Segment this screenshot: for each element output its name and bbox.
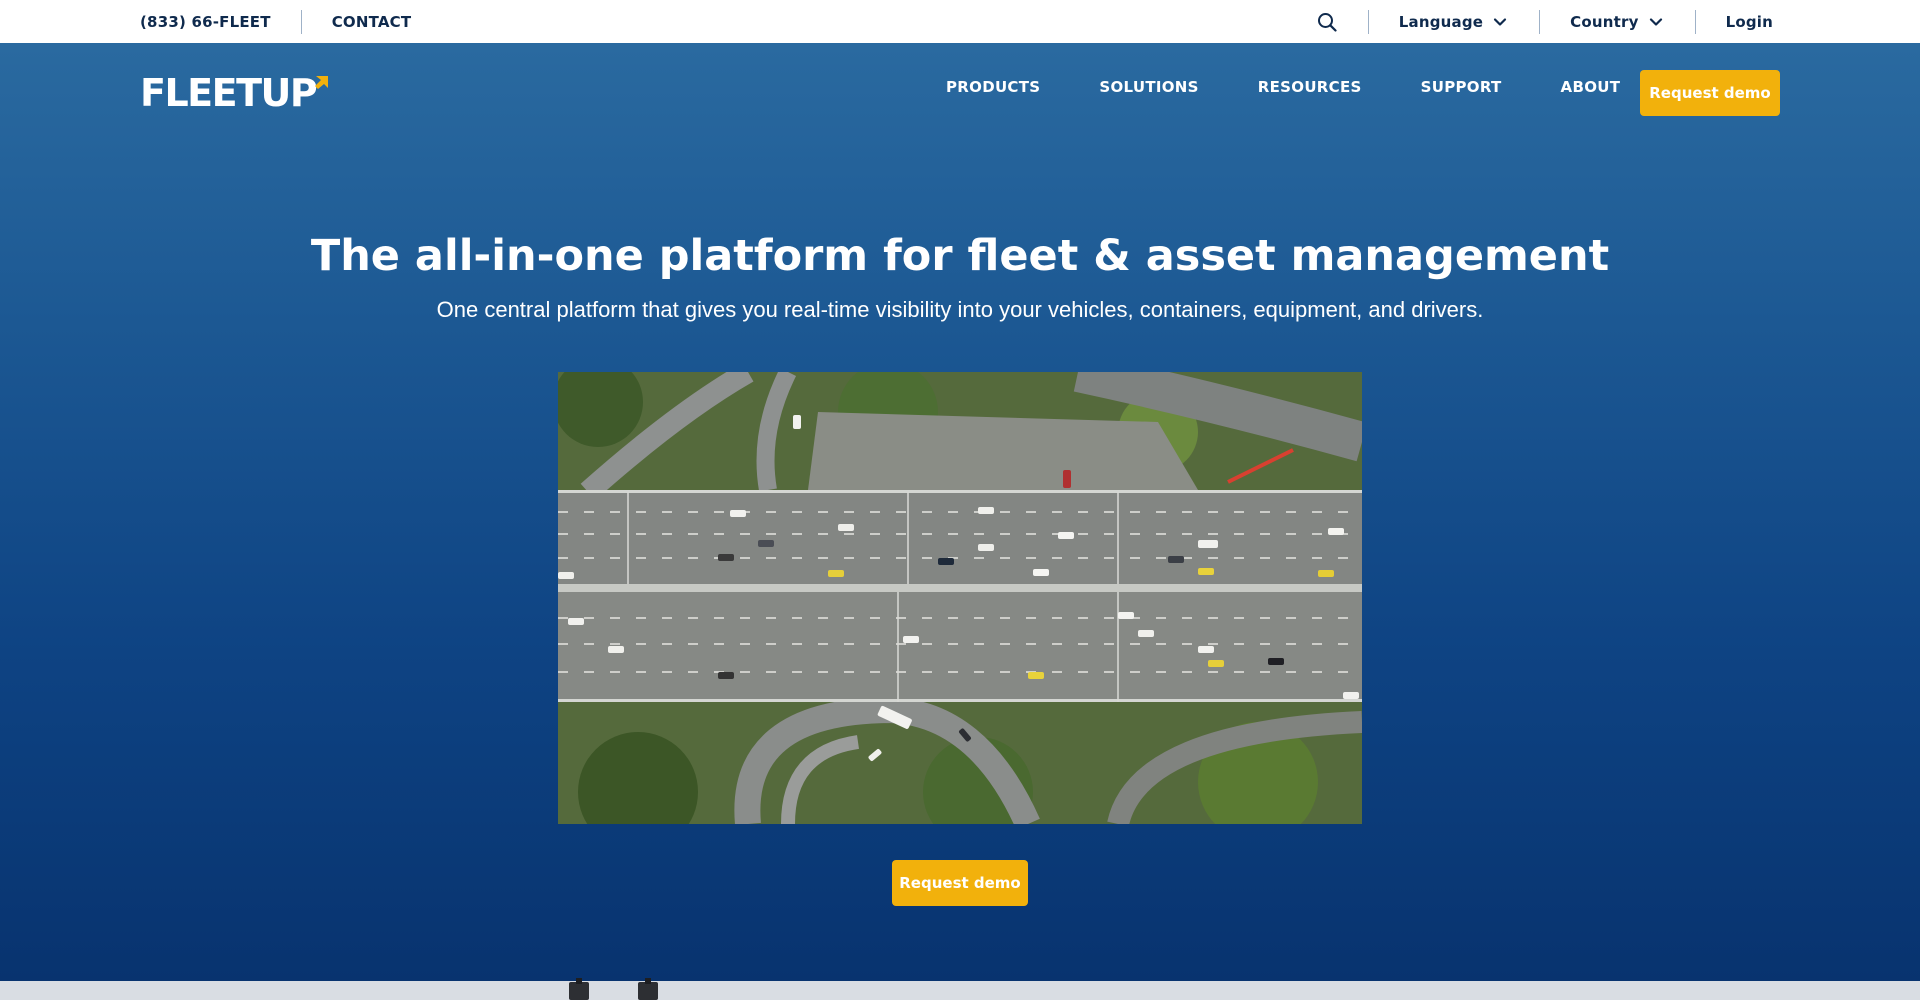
- language-dropdown[interactable]: Language: [1399, 13, 1509, 31]
- country-dropdown[interactable]: Country: [1570, 13, 1664, 31]
- search-icon[interactable]: [1316, 11, 1338, 33]
- login-link[interactable]: Login: [1726, 13, 1773, 31]
- main-nav: PRODUCTS SOLUTIONS RESOURCES SUPPORT ABO…: [946, 78, 1620, 96]
- tracker-device-image: [638, 978, 658, 1000]
- next-section-strip: [0, 981, 1920, 1000]
- nav-support[interactable]: SUPPORT: [1421, 78, 1502, 96]
- divider: [1539, 9, 1541, 34]
- country-label: Country: [1570, 12, 1639, 31]
- language-label: Language: [1398, 12, 1484, 31]
- hero-headline: The all-in-one platform for fleet & asse…: [310, 231, 1610, 281]
- contact-link[interactable]: CONTACT: [332, 13, 412, 31]
- utility-bar-right: Language Country Login: [1316, 0, 1773, 43]
- nav-products[interactable]: PRODUCTS: [946, 78, 1040, 96]
- divider: [300, 9, 302, 34]
- tracker-device-image: [569, 978, 589, 1000]
- fleetup-logo[interactable]: FLEETUP: [140, 70, 330, 115]
- nav-solutions[interactable]: SOLUTIONS: [1099, 78, 1198, 96]
- hero-request-demo-button[interactable]: Request demo: [892, 860, 1028, 906]
- hero-highway-image: [558, 372, 1362, 824]
- hero-subheadline: One central platform that gives you real…: [436, 297, 1484, 322]
- nav-resources[interactable]: RESOURCES: [1258, 78, 1362, 96]
- phone-link[interactable]: (833) 66-FLEET: [140, 13, 271, 31]
- chevron-down-icon: [1649, 17, 1662, 26]
- request-demo-button[interactable]: Request demo: [1640, 70, 1780, 116]
- utility-bar-left: (833) 66-FLEET CONTACT: [140, 0, 411, 43]
- chevron-down-icon: [1494, 17, 1507, 26]
- utility-bar: (833) 66-FLEET CONTACT Language Country …: [0, 0, 1920, 43]
- nav-about[interactable]: ABOUT: [1561, 78, 1621, 96]
- logo-wordmark: FLEETUP: [140, 70, 318, 115]
- hero-section: FLEETUP PRODUCTS SOLUTIONS RESOURCES SUP…: [0, 43, 1920, 981]
- divider: [1694, 9, 1696, 34]
- divider: [1367, 9, 1369, 34]
- logo-arrow-icon: [315, 75, 329, 89]
